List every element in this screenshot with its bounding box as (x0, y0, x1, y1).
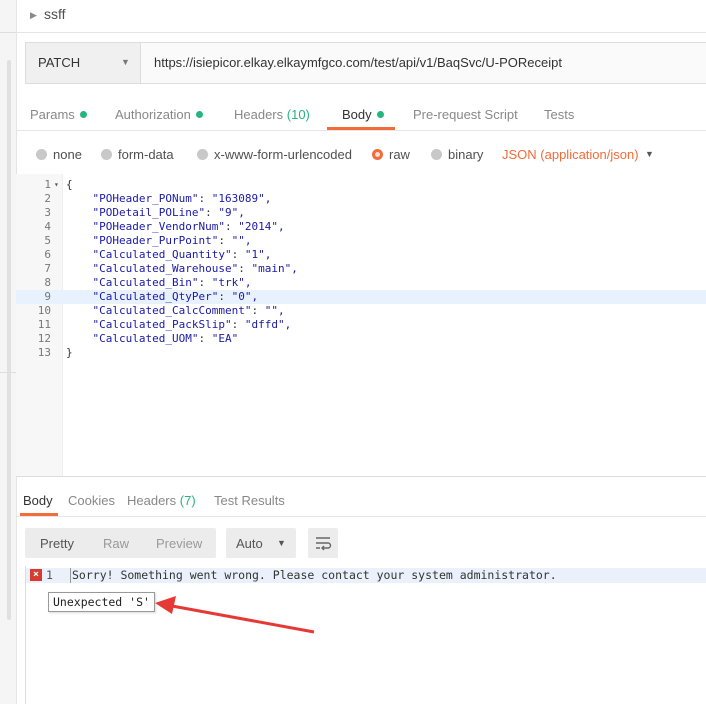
error-tooltip: Unexpected 'S' (48, 592, 155, 612)
radio-binary[interactable]: binary (431, 147, 483, 162)
wrap-lines-icon (316, 537, 332, 551)
request-tabs: Params Authorization Headers (10) Body P… (16, 100, 706, 131)
chevron-down-icon[interactable]: ▼ (645, 149, 654, 159)
line-number: 1 (46, 568, 53, 582)
code-text: { (66, 178, 73, 191)
status-dot-icon (376, 111, 384, 118)
radio-selected-icon (372, 149, 383, 160)
preview-button[interactable]: Preview (156, 536, 202, 551)
line-number: 6 (44, 248, 51, 261)
left-scrollbar[interactable] (7, 60, 11, 620)
method-select[interactable]: PATCH ▼ (26, 43, 141, 83)
tab-tests[interactable]: Tests (544, 107, 574, 122)
pretty-button[interactable]: Pretty (40, 536, 74, 551)
response-tab-headers[interactable]: Headers (7) (127, 493, 196, 508)
line-number: 1 (44, 178, 51, 191)
code-text: } (66, 346, 73, 359)
code-line: 4 "POHeader_VendorNum": "2014", (16, 220, 706, 234)
tab-body[interactable]: Body (342, 107, 384, 122)
tab-headers[interactable]: Headers (10) (234, 107, 310, 122)
view-mode-segmented: Pretty Raw Preview (25, 528, 216, 558)
tab-authorization[interactable]: Authorization (115, 107, 203, 122)
response-body-editor[interactable]: × 1 Sorry! Something went wrong. Please … (25, 566, 706, 704)
code-text: "Calculated_Quantity": "1", (92, 248, 272, 261)
line-number: 8 (44, 276, 51, 289)
tab-params[interactable]: Params (30, 107, 87, 122)
status-dot-icon (79, 111, 87, 118)
response-tabs: Body Cookies Headers (7) Test Results (16, 488, 706, 517)
line-number: 12 (37, 332, 51, 345)
line-number: 7 (44, 262, 51, 275)
code-line: 9 "Calculated_QtyPer": "0", (16, 290, 706, 304)
code-text: "Calculated_Warehouse": "main", (92, 262, 298, 275)
response-text: Sorry! Something went wrong. Please cont… (70, 568, 557, 583)
url-bar: PATCH ▼ https://isiepicor.elkay.elkaymfg… (25, 42, 706, 84)
body-code-editor[interactable]: 1 ▾{2 "POHeader_PONum": "163089", 3 "PODet… (16, 174, 706, 477)
status-dot-icon (195, 111, 203, 118)
code-text: "Calculated_PackSlip": "dffd", (92, 318, 292, 331)
line-number: 13 (37, 346, 51, 359)
request-name[interactable]: ssff (44, 6, 66, 22)
url-input[interactable]: https://isiepicor.elkay.elkaymfgco.com/t… (154, 55, 562, 70)
chevron-down-icon: ▼ (121, 57, 130, 67)
code-line: 7 "Calculated_Warehouse": "main", (16, 262, 706, 276)
code-text: "PODetail_POLine": "9", (92, 206, 245, 219)
response-tab-body[interactable]: Body (23, 493, 53, 508)
line-number: 4 (44, 220, 51, 233)
response-tab-test-results[interactable]: Test Results (214, 493, 285, 508)
code-line: 12 "Calculated_UOM": "EA" (16, 332, 706, 346)
code-line: 11 "Calculated_PackSlip": "dffd", (16, 318, 706, 332)
radio-urlencoded[interactable]: x-www-form-urlencoded (197, 147, 352, 162)
fold-toggle-icon[interactable]: ▾ (54, 178, 59, 192)
response-tab-cookies[interactable]: Cookies (68, 493, 115, 508)
radio-icon (431, 149, 442, 160)
tab-pre-request-script[interactable]: Pre-request Script (413, 107, 518, 122)
code-text: "POHeader_VendorNum": "2014", (92, 220, 285, 233)
radio-none[interactable]: none (36, 147, 82, 162)
code-line: 3 "PODetail_POLine": "9", (16, 206, 706, 220)
radio-icon (36, 149, 47, 160)
line-number: 10 (37, 304, 51, 317)
code-text: "Calculated_Bin": "trk", (92, 276, 252, 289)
active-tab-indicator (327, 127, 395, 130)
code-text: "POHeader_PONum": "163089", (92, 192, 272, 205)
line-number: 3 (44, 206, 51, 219)
code-text: "Calculated_UOM": "EA" (92, 332, 239, 345)
radio-icon (101, 149, 112, 160)
line-number: 9 (44, 290, 51, 303)
active-tab-indicator (20, 513, 58, 516)
code-line: 6 "Calculated_Quantity": "1", (16, 248, 706, 262)
radio-icon (197, 149, 208, 160)
line-number: 11 (37, 318, 51, 331)
raw-button[interactable]: Raw (103, 536, 129, 551)
format-select[interactable]: Auto ▼ (226, 528, 296, 558)
error-icon: × (30, 569, 42, 581)
radio-raw[interactable]: raw (372, 147, 410, 162)
content-type-select[interactable]: JSON (application/json) (502, 147, 639, 162)
radio-form-data[interactable]: form-data (101, 147, 174, 162)
code-line: 8 "Calculated_Bin": "trk", (16, 276, 706, 290)
format-label: Auto (236, 536, 263, 551)
code-text: "Calculated_QtyPer": "0", (92, 290, 259, 303)
code-line: 5 "POHeader_PurPoint": "", (16, 234, 706, 248)
body-type-options: none form-data x-www-form-urlencoded raw… (16, 140, 706, 168)
code-line: 1 ▾ { (16, 178, 706, 192)
response-line: × 1 Sorry! Something went wrong. Please … (26, 568, 706, 583)
code-line: 2 "POHeader_PONum": "163089", (16, 192, 706, 206)
expand-caret-icon[interactable]: ▶ (30, 10, 37, 21)
line-number: 2 (44, 192, 51, 205)
request-name-bar: ▶ ssff (16, 0, 706, 33)
line-number: 5 (44, 234, 51, 247)
code-text: "POHeader_PurPoint": "", (92, 234, 252, 247)
code-text: "Calculated_CalcComment": "", (92, 304, 285, 317)
wrap-lines-button[interactable] (308, 528, 338, 558)
code-line: 10 "Calculated_CalcComment": "", (16, 304, 706, 318)
chevron-down-icon: ▼ (277, 538, 286, 548)
method-label: PATCH (38, 55, 81, 70)
code-line: 13} (16, 346, 706, 360)
